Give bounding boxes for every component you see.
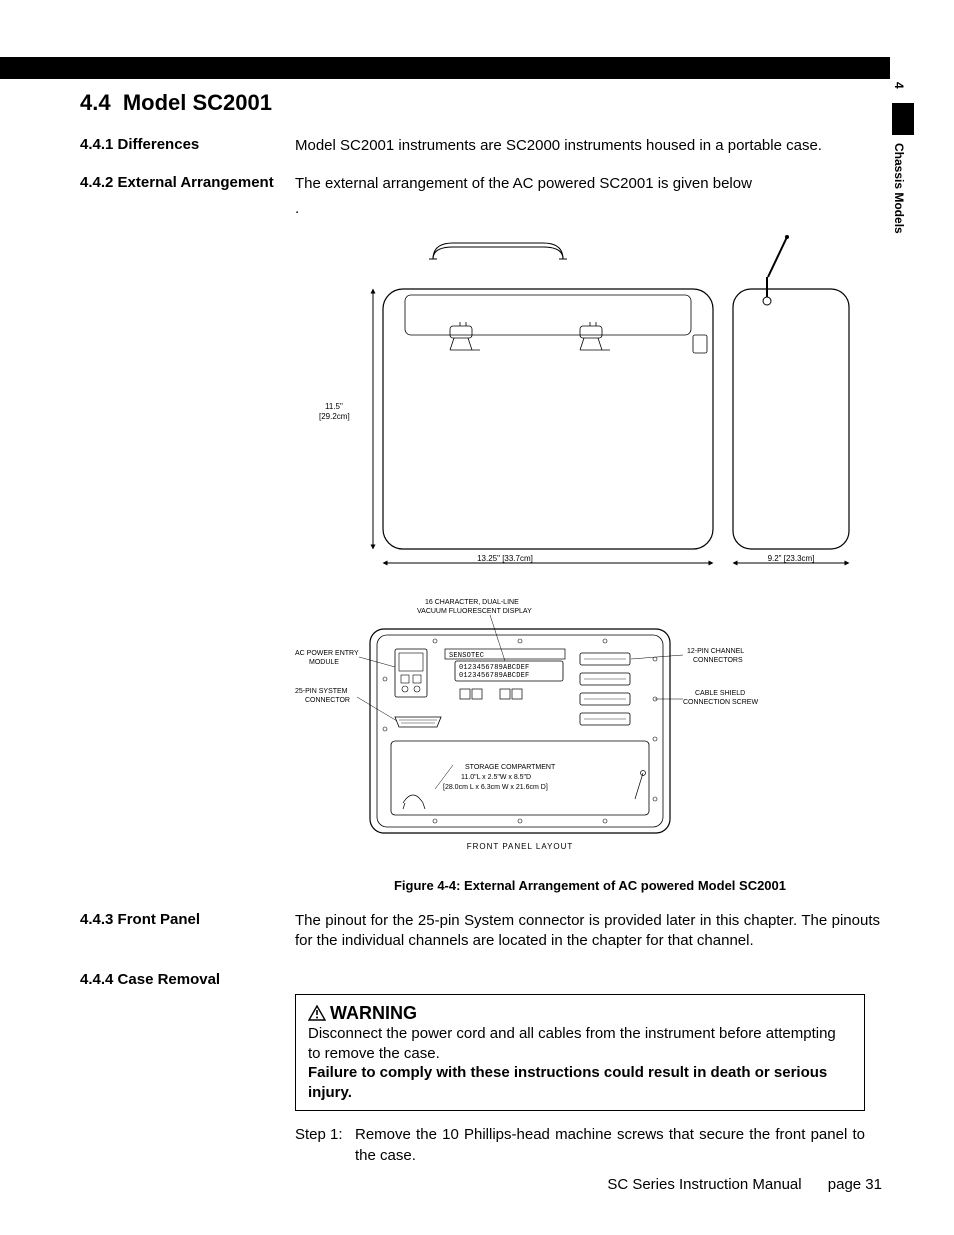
top-black-bar — [0, 57, 890, 79]
storage-1: STORAGE COMPARTMENT — [465, 764, 556, 771]
pem-1: AC POWER ENTRY — [295, 650, 359, 657]
dim-width: 13.25" [33.7cm] — [477, 554, 533, 563]
sys-2: CONNECTOR — [305, 697, 350, 704]
chan-1: 12-PIN CHANNEL — [687, 648, 744, 655]
period: . — [295, 199, 880, 219]
side-tab-number: 4 — [892, 82, 906, 89]
warning-icon — [308, 1005, 326, 1021]
dim-height-metric: [29.2cm] — [319, 412, 350, 421]
sys-1: 25-PIN SYSTEM — [295, 688, 348, 695]
figure-caption: Figure 4-4: External Arrangement of AC p… — [295, 878, 885, 893]
storage-2: 11.0"L x 2.5"W x 8.5"D — [461, 774, 531, 781]
page-footer: SC Series Instruction Manual page 31 — [607, 1176, 882, 1193]
storage-3: [28.0cm L x 6.3cm W x 21.6cm D] — [443, 784, 548, 791]
figure-4-4: 11.5" [29.2cm] 13.25" [33.7cm] 9.2" [23.… — [295, 229, 885, 893]
disp-lbl-1: 16 CHARACTER, DUAL-LINE — [425, 599, 519, 606]
disp-lbl-2: VACUUM FLUORESCENT DISPLAY — [417, 608, 532, 615]
side-tab-marker — [892, 103, 914, 135]
dim-height: 11.5" — [325, 402, 343, 411]
section-title: Model SC2001 — [123, 90, 272, 115]
chan-2: CONNECTORS — [693, 657, 743, 664]
footer-page: page 31 — [828, 1176, 882, 1193]
side-tab-title: Chassis Models — [892, 143, 906, 234]
subsection-body-differences: Model SC2001 instruments are SC2000 inst… — [295, 136, 880, 156]
step-1-text: Remove the 10 Phillips-head machine scre… — [355, 1125, 865, 1166]
warning-line1: Disconnect the power cord and all cables… — [308, 1024, 852, 1063]
shield-1: CABLE SHIELD — [695, 690, 745, 697]
warning-line2: Failure to comply with these instruction… — [308, 1063, 852, 1102]
subsection-body-front-panel: The pinout for the 25-pin System connect… — [295, 911, 880, 952]
dim-depth: 9.2" [23.3cm] — [768, 554, 815, 563]
subsection-heading-differences: 4.4.1 Differences — [80, 136, 295, 153]
display-line2: 0123456789ABCDEF — [459, 672, 529, 680]
warning-box: WARNING Disconnect the power cord and al… — [295, 994, 865, 1111]
footer-manual: SC Series Instruction Manual — [607, 1176, 801, 1193]
display-line1: 0123456789ABCDEF — [459, 664, 529, 672]
step-1-label: Step 1: — [295, 1125, 355, 1166]
section-number: 4.4 — [80, 90, 111, 115]
side-tab: 4 Chassis Models — [892, 82, 916, 233]
front-layout-label: FRONT PANEL LAYOUT — [467, 842, 574, 851]
subsection-heading-ext-arrangement: 4.4.2 External Arrangement — [80, 174, 295, 191]
subsection-heading-front-panel: 4.4.3 Front Panel — [80, 911, 295, 928]
pem-2: MODULE — [309, 659, 339, 666]
shield-2: CONNECTION SCREW — [683, 699, 758, 706]
diagram-svg: 11.5" [29.2cm] 13.25" [33.7cm] 9.2" [23.… — [295, 229, 885, 869]
brand-label: SENSOTEC — [449, 652, 484, 660]
section-heading: 4.4 Model SC2001 — [80, 90, 880, 116]
subsection-heading-case-removal: 4.4.4 Case Removal — [80, 971, 295, 988]
subsection-body-ext-arrangement: The external arrangement of the AC power… — [295, 174, 880, 194]
warning-title: WARNING — [308, 1003, 852, 1024]
step-1: Step 1: Remove the 10 Phillips-head mach… — [295, 1125, 865, 1166]
